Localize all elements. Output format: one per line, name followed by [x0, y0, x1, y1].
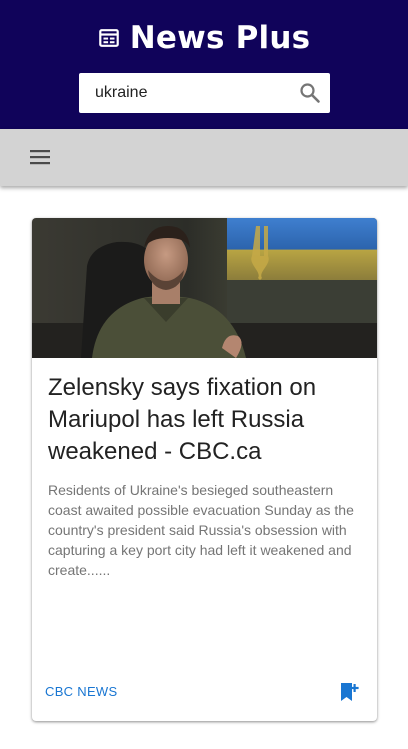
newspaper-icon — [98, 29, 119, 47]
article-card: Zelensky says fixation on Mariupol has l… — [32, 218, 377, 721]
hamburger-menu-icon — [30, 150, 50, 165]
article-source-link[interactable]: CBC NEWS — [45, 684, 117, 699]
app-header: News Plus — [0, 0, 408, 129]
menu-button[interactable] — [29, 146, 51, 168]
magnifier-icon — [300, 83, 320, 103]
search-button[interactable] — [298, 81, 322, 105]
search-input[interactable] — [79, 73, 291, 113]
app-title: News Plus — [129, 20, 311, 56]
search-bar — [79, 73, 330, 113]
article-description: Residents of Ukraine's besieged southeas… — [48, 482, 354, 578]
article-image[interactable] — [32, 218, 377, 358]
bookmark-add-icon — [341, 683, 359, 701]
bookmark-button[interactable] — [338, 681, 360, 703]
article-title[interactable]: Zelensky says fixation on Mariupol has l… — [48, 372, 368, 468]
toolbar — [0, 129, 408, 186]
brand: News Plus — [0, 18, 408, 58]
